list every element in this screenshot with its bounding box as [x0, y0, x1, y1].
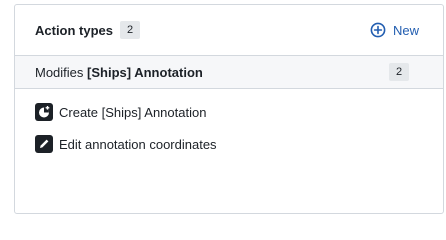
new-button-label: New — [392, 22, 419, 38]
action-types-panel: Action types 2 New Modifies [Ships] Anno… — [14, 4, 444, 214]
group-object-name: [Ships] Annotation — [87, 64, 203, 80]
group-prefix: Modifies — [35, 64, 84, 80]
group-header-modifies[interactable]: Modifies [Ships] Annotation 2 — [15, 56, 443, 89]
panel-header: Action types 2 New — [15, 5, 443, 56]
action-item-edit[interactable]: Edit annotation coordinates — [15, 128, 443, 160]
edit-icon — [35, 135, 53, 153]
action-item-label: Edit annotation coordinates — [59, 136, 217, 152]
action-item-create[interactable]: Create [Ships] Annotation — [15, 96, 443, 128]
new-object-icon — [35, 103, 53, 121]
group-count-badge: 2 — [389, 63, 409, 81]
panel-title: Action types — [35, 22, 114, 38]
add-circle-icon — [370, 22, 386, 38]
action-count-badge: 2 — [120, 21, 141, 39]
action-item-label: Create [Ships] Annotation — [59, 104, 207, 120]
action-list: Create [Ships] Annotation Edit annotatio… — [15, 89, 443, 160]
new-action-button[interactable]: New — [370, 22, 419, 38]
